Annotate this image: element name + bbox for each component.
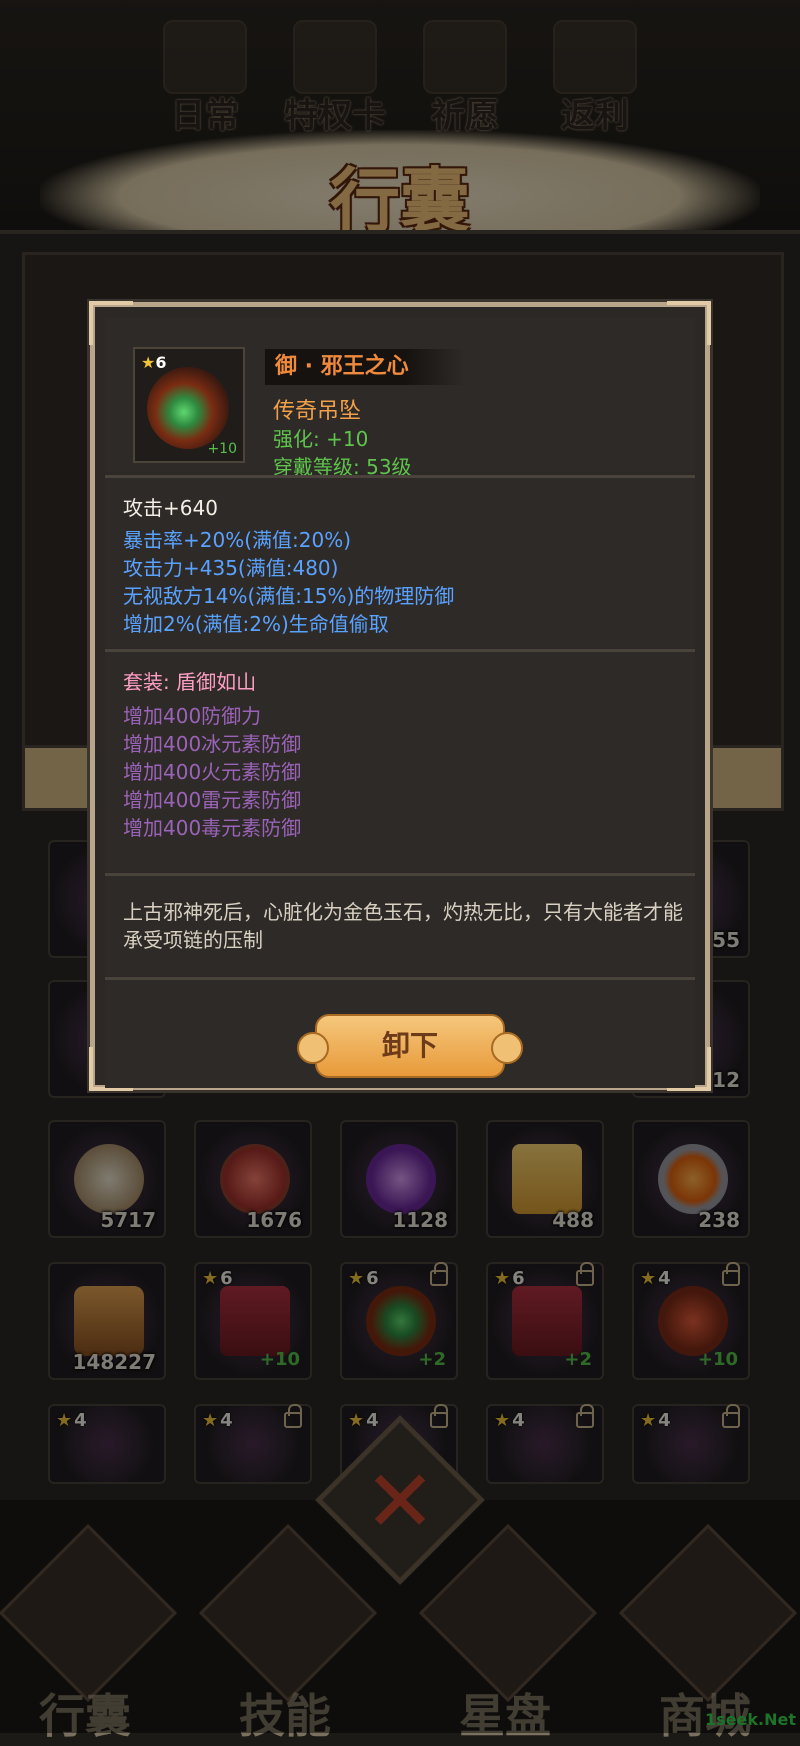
item-header: ★6 +10 御 · 邪王之心 传奇吊坠 强化: +10 穿戴等级: 53级: [105, 317, 695, 479]
stats-section: 攻击+640 暴击率+20%(满值:20%) 攻击力+435(满值:480) 无…: [105, 475, 695, 648]
set-effect: 增加400火元素防御: [123, 760, 302, 784]
base-stat: 攻击+640: [123, 496, 218, 520]
item-description: 上古邪神死后，心脏化为金色玉石，灼热无比，只有大能者才能承受项链的压制: [123, 900, 683, 952]
set-effect: 增加400冰元素防御: [123, 732, 302, 756]
item-star-level: ★6: [141, 353, 167, 372]
item-name: 御 · 邪王之心: [265, 349, 465, 385]
pendant-icon: [147, 367, 229, 449]
item-enhance: 强化: +10: [273, 427, 369, 451]
item-icon-enhance: +10: [207, 441, 237, 457]
item-detail-popup: ★6 +10 御 · 邪王之心 传奇吊坠 强化: +10 穿戴等级: 53级 攻…: [89, 301, 711, 1091]
extra-stat: 增加2%(满值:2%)生命值偷取: [123, 612, 389, 636]
extra-stat: 攻击力+435(满值:480): [123, 556, 339, 580]
item-icon-frame: ★6 +10: [133, 347, 245, 463]
extra-stat: 暴击率+20%(满值:20%): [123, 528, 352, 552]
extra-stat: 无视敌方14%(满值:15%)的物理防御: [123, 584, 455, 608]
set-title: 套装: 盾御如山: [123, 670, 257, 694]
star-icon: ★: [141, 353, 156, 372]
set-effect: 增加400防御力: [123, 704, 262, 728]
item-type: 传奇吊坠: [273, 399, 362, 424]
set-effect: 增加400雷元素防御: [123, 788, 302, 812]
popup-footer: 卸下: [105, 977, 695, 1088]
unequip-button[interactable]: 卸下: [297, 1014, 523, 1078]
description-section: 上古邪神死后，心脏化为金色玉石，灼热无比，只有大能者才能承受项链的压制: [105, 873, 695, 976]
set-section: 套装: 盾御如山 增加400防御力 增加400冰元素防御 增加400火元素防御 …: [105, 649, 695, 872]
set-effect: 增加400毒元素防御: [123, 816, 302, 840]
